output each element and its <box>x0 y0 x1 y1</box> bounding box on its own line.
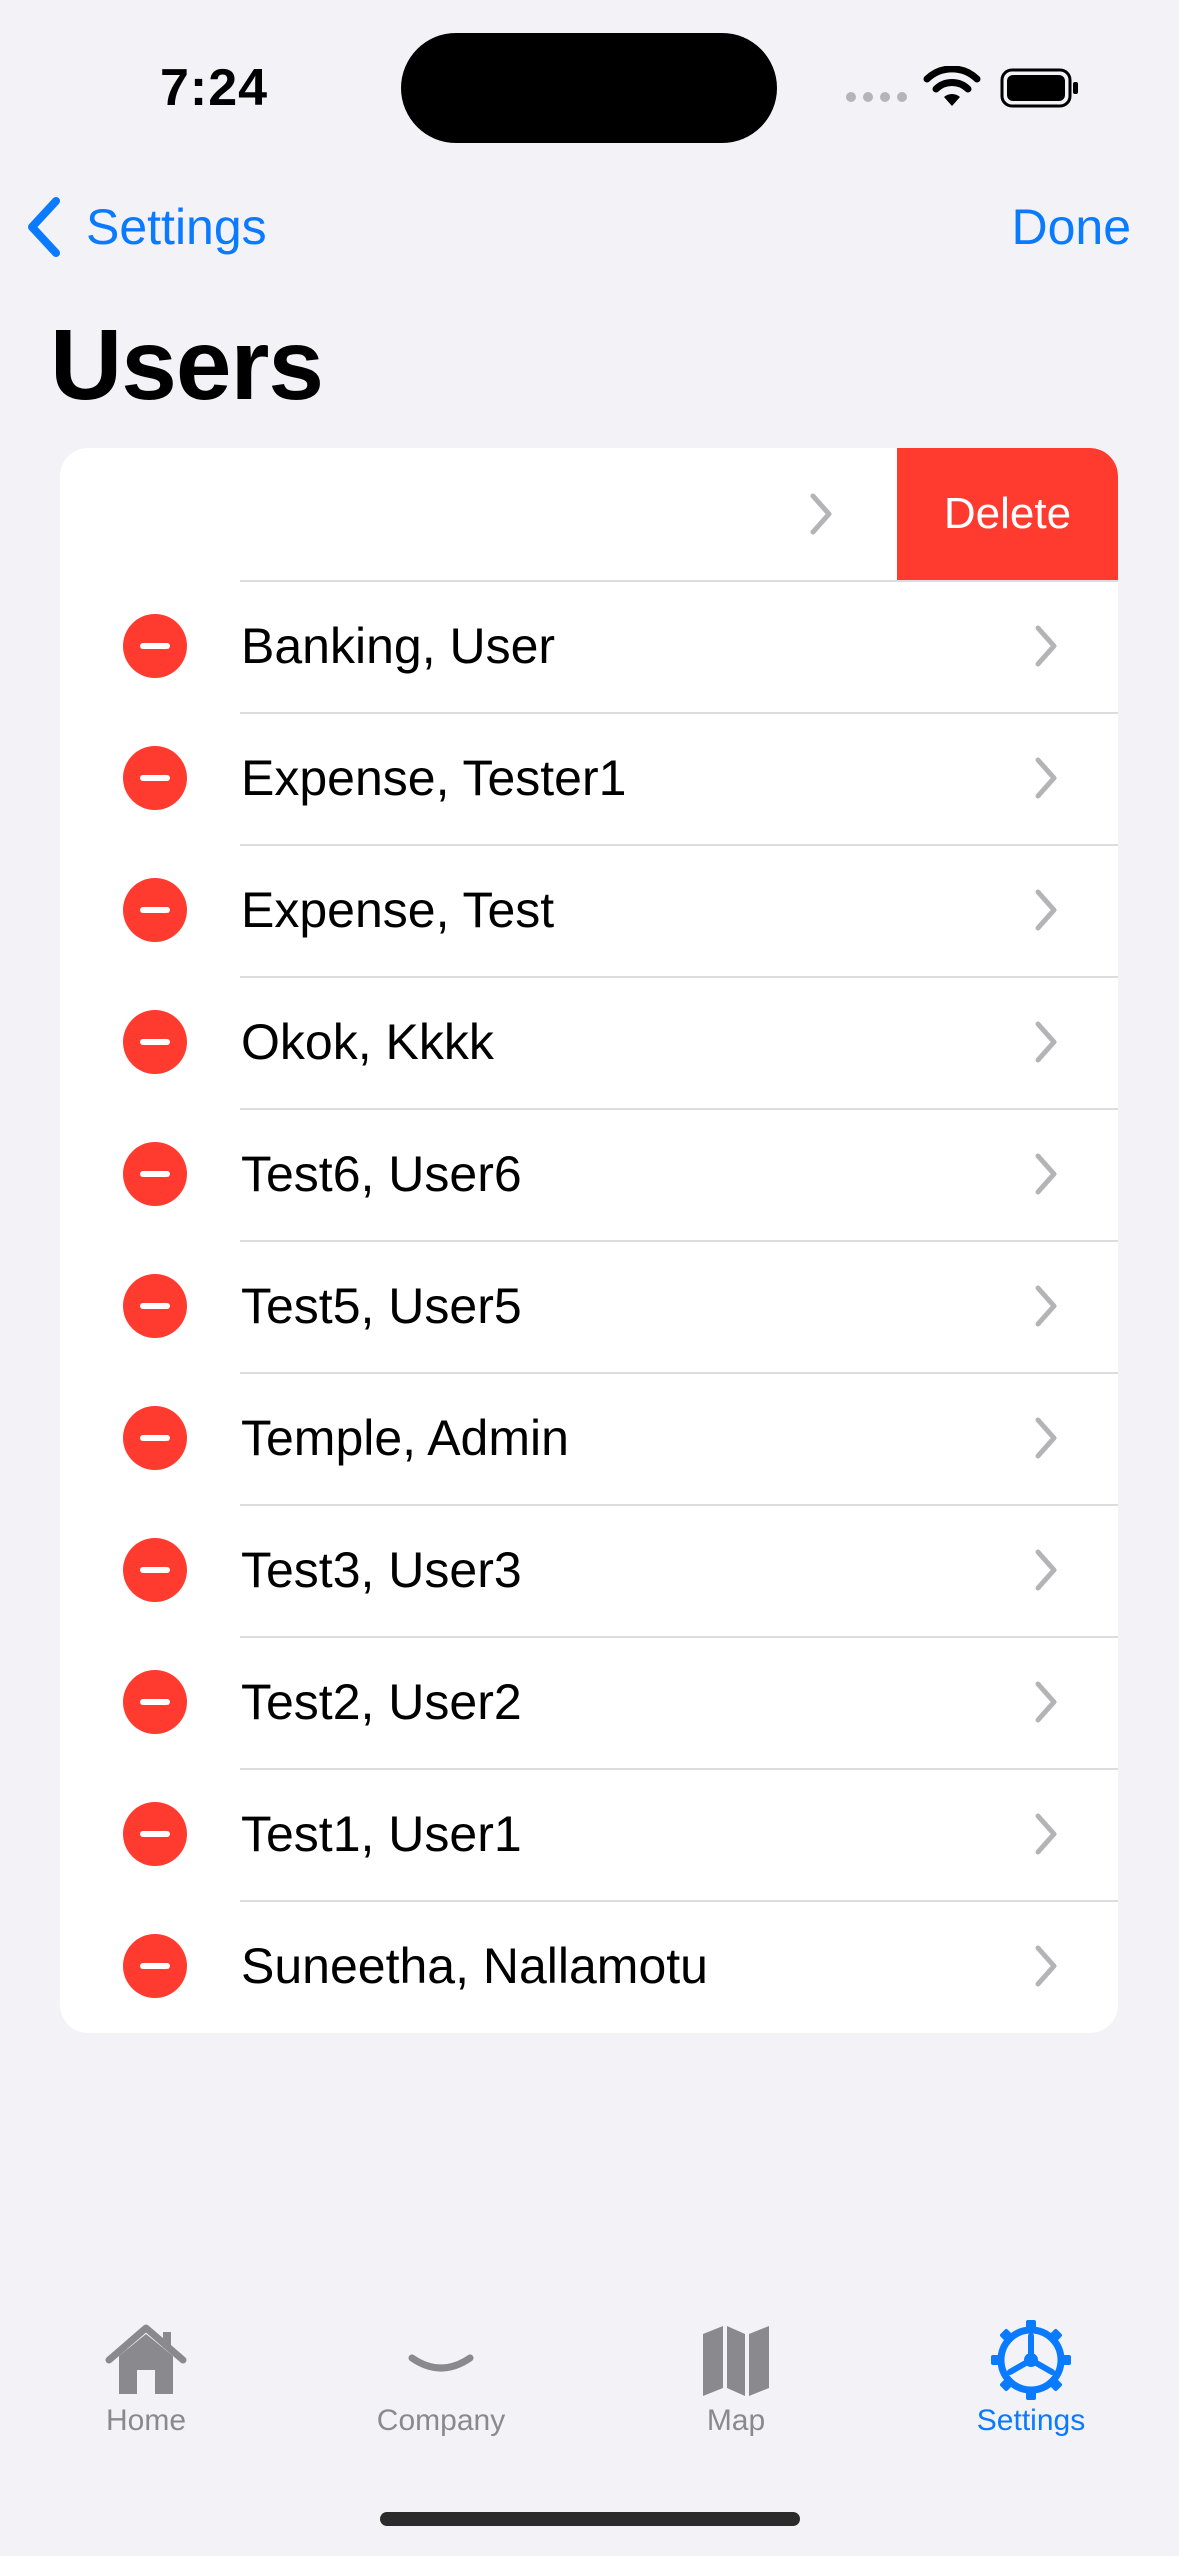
user-name: Expense, Test <box>241 882 555 938</box>
tab-map[interactable]: Map <box>636 2300 836 2438</box>
chevron-right-icon <box>1035 1285 1057 1327</box>
remove-circle-icon[interactable] <box>123 1274 187 1338</box>
remove-circle-icon[interactable] <box>123 746 187 810</box>
chevron-right-icon <box>1035 1153 1057 1195</box>
done-button[interactable]: Done <box>1011 195 1131 259</box>
user-row[interactable]: Expense, Tester1 <box>60 712 1118 844</box>
tab-map-label: Map <box>706 2404 766 2437</box>
user-row[interactable]: Banking, User <box>60 580 1118 712</box>
chevron-left-icon <box>28 197 60 257</box>
user-name: Okok, Kkkk <box>241 1014 494 1070</box>
back-button[interactable]: Settings <box>24 195 267 259</box>
users-screen: 7:24 Settings Done Users Delete Banking,… <box>0 0 1179 2556</box>
user-name: Temple, Admin <box>241 1410 569 1466</box>
tab-settings[interactable]: Settings <box>931 2300 1131 2438</box>
map-icon <box>703 2326 769 2396</box>
remove-circle-icon[interactable] <box>123 878 187 942</box>
swiped-row[interactable]: Delete <box>60 448 1118 580</box>
user-row[interactable]: Suneetha, Nallamotu <box>60 1900 1118 2032</box>
chevron-right-icon <box>1035 1417 1057 1459</box>
tab-home-label: Home <box>105 2404 187 2437</box>
user-row[interactable]: Test2, User2 <box>60 1636 1118 1768</box>
user-row[interactable]: Test5, User5 <box>60 1240 1118 1372</box>
user-row[interactable]: Expense, Test <box>60 844 1118 976</box>
chevron-right-icon <box>1035 1681 1057 1723</box>
remove-circle-icon[interactable] <box>123 614 187 678</box>
page-title: Users <box>50 309 324 421</box>
chevron-right-icon <box>1035 1945 1057 1987</box>
chevron-down-icon <box>408 2354 474 2372</box>
chevron-right-icon <box>1035 1813 1057 1855</box>
remove-circle-icon[interactable] <box>123 1010 187 1074</box>
tab-home[interactable]: Home <box>46 2300 246 2438</box>
user-name: Test3, User3 <box>241 1542 522 1598</box>
tab-company-label: Company <box>376 2404 506 2437</box>
remove-circle-icon[interactable] <box>123 1142 187 1206</box>
remove-circle-icon[interactable] <box>123 1670 187 1734</box>
remove-circle-icon[interactable] <box>123 1802 187 1866</box>
chevron-right-icon <box>1035 1021 1057 1063</box>
chevron-right-icon <box>810 493 832 535</box>
house-icon <box>105 2324 187 2394</box>
delete-button[interactable]: Delete <box>897 448 1118 580</box>
user-rows: Banking, User Expense, Tester1 Expense, Te… <box>60 580 1118 2032</box>
user-name: Test2, User2 <box>241 1674 522 1730</box>
back-label: Settings <box>86 199 267 255</box>
user-row[interactable]: Test3, User3 <box>60 1504 1118 1636</box>
chevron-right-icon <box>1035 889 1057 931</box>
remove-circle-icon[interactable] <box>123 1538 187 1602</box>
tab-company[interactable]: Company <box>341 2300 541 2438</box>
user-row[interactable]: Temple, Admin <box>60 1372 1118 1504</box>
chevron-right-icon <box>1035 625 1057 667</box>
status-time: 7:24 <box>160 59 269 117</box>
chevron-right-icon <box>1035 757 1057 799</box>
home-indicator <box>380 2512 800 2526</box>
remove-circle-icon[interactable] <box>123 1406 187 1470</box>
chevron-right-icon <box>1035 1549 1057 1591</box>
cellular-signal-icon <box>846 92 907 102</box>
user-name: Suneetha, Nallamotu <box>241 1938 708 1994</box>
user-name: Test6, User6 <box>241 1146 522 1202</box>
user-name: Test1, User1 <box>241 1806 522 1862</box>
tab-settings-label: Settings <box>976 2404 1086 2437</box>
battery-icon <box>1000 68 1078 108</box>
user-row[interactable]: Test1, User1 <box>60 1768 1118 1900</box>
remove-circle-icon[interactable] <box>123 1934 187 1998</box>
user-row[interactable]: Test6, User6 <box>60 1108 1118 1240</box>
tab-bar: Home Company Map Settings <box>0 2300 1179 2500</box>
wifi-icon <box>923 66 981 106</box>
user-name: Expense, Tester1 <box>241 750 627 806</box>
dynamic-island <box>401 33 777 143</box>
user-name: Test5, User5 <box>241 1278 522 1334</box>
user-name: Banking, User <box>241 618 556 674</box>
users-list: Delete Banking, User Expense, Tester1 Expe… <box>60 448 1118 2033</box>
user-row[interactable]: Okok, Kkkk <box>60 976 1118 1108</box>
gear-icon <box>991 2320 1071 2400</box>
